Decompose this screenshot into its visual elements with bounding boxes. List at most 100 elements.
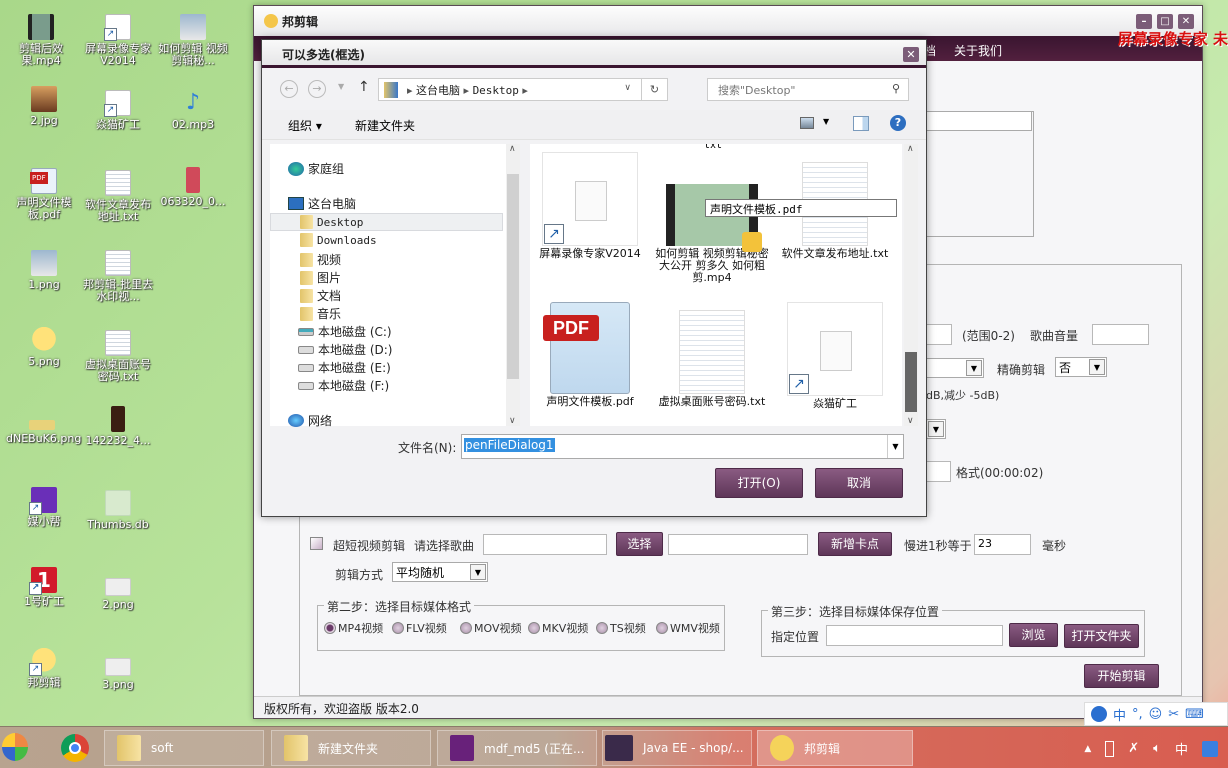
refresh-icon[interactable]: ↻ <box>641 79 667 100</box>
punctuation-icon[interactable]: °, <box>1132 707 1143 722</box>
view-options-icon[interactable] <box>800 117 814 129</box>
tree-item-pictures[interactable]: 图片 <box>300 269 341 286</box>
desktop-icon[interactable]: 虚拟桌面账号密码.txt <box>82 330 154 383</box>
desktop-icon[interactable]: 剪辑后效果.mp4 <box>5 14 77 67</box>
keyboard-icon[interactable]: ⌨ <box>1185 707 1204 722</box>
cancel-button[interactable]: 取消 <box>815 468 903 498</box>
desktop-icon[interactable]: 媒小帮 <box>8 487 80 528</box>
open-button[interactable]: 打开(O) <box>715 468 803 498</box>
chrome-icon[interactable] <box>61 734 89 762</box>
filename-input[interactable]: penFileDialog1 ▼ <box>461 434 904 459</box>
format-radio-mp4[interactable]: MP4视频 <box>324 620 383 636</box>
chevron-down-icon[interactable]: ∨ <box>624 83 631 93</box>
new-folder-button[interactable]: 新建文件夹 <box>355 117 415 134</box>
short-video-checkbox[interactable] <box>310 537 323 550</box>
format-radio-mkv[interactable]: MKV视频 <box>528 620 588 636</box>
browse-button[interactable]: 浏览 <box>1009 623 1058 647</box>
ime-mode[interactable]: 中 <box>1113 705 1126 724</box>
organize-button[interactable]: 组织 ▾ <box>288 117 322 134</box>
option-select[interactable]: ▼ <box>926 419 946 439</box>
desktop-icon[interactable]: 3.png <box>82 652 154 691</box>
dialog-close-button[interactable]: ✕ <box>903 47 919 62</box>
tree-item-drive-f[interactable]: 本地磁盘 (F:) <box>298 377 389 394</box>
format-radio-flv[interactable]: FLV视频 <box>392 620 447 636</box>
close-button[interactable]: ✕ <box>1178 14 1194 29</box>
tree-item-drive-d[interactable]: 本地磁盘 (D:) <box>298 341 392 358</box>
tree-item-this-pc[interactable]: 这台电脑 <box>288 195 356 212</box>
song-volume-field[interactable] <box>1092 324 1149 345</box>
desktop-icon[interactable]: 焱猫矿工 <box>82 90 154 131</box>
file-item[interactable]: ↗ 焱猫矿工 <box>775 302 895 410</box>
tray-ime[interactable]: 中 <box>1175 739 1188 758</box>
tree-scrollbar[interactable]: ∧ ∨ <box>506 144 520 426</box>
breadcrumb-desktop[interactable]: Desktop <box>473 84 519 97</box>
preview-pane-icon[interactable] <box>853 116 869 131</box>
back-button[interactable]: ← <box>280 80 298 98</box>
network-disconnected-icon[interactable]: ✗ <box>1128 741 1139 756</box>
desktop-icon[interactable]: 邦剪辑-批里去水印视... <box>82 250 154 303</box>
tree-item-downloads[interactable]: Downloads <box>300 233 377 247</box>
add-beat-button[interactable]: 新增卡点 <box>818 532 892 556</box>
tree-item-homegroup[interactable]: 家庭组 <box>288 160 344 177</box>
desktop-icon[interactable]: 如何剪辑 视频剪辑秘... <box>157 14 229 67</box>
desktop-icon[interactable]: 142232_4... <box>82 406 154 447</box>
location-field[interactable] <box>826 625 1003 646</box>
taskbar-item-bangjianji[interactable]: 邦剪辑 <box>757 730 913 766</box>
volume-field[interactable] <box>926 324 952 345</box>
chevron-down-icon[interactable]: ▼ <box>887 435 903 458</box>
file-item[interactable]: ↗ 屏幕录像专家V2014 <box>530 152 650 260</box>
format-radio-ts[interactable]: TS视频 <box>596 620 646 636</box>
start-cut-button[interactable]: 开始剪辑 <box>1084 664 1159 688</box>
time-field[interactable] <box>926 461 951 482</box>
beat-field[interactable] <box>668 534 808 555</box>
recent-dropdown-icon[interactable]: ▼ <box>338 82 344 91</box>
show-hidden-icons[interactable]: ▲ <box>1084 744 1091 754</box>
desktop-icon[interactable]: 声明文件模板.pdf <box>8 168 80 221</box>
breadcrumb-computer[interactable]: 这台电脑 <box>416 84 460 97</box>
file-list-box[interactable] <box>924 111 1034 237</box>
taskbar-item-eclipse[interactable]: Java EE - shop/... <box>602 730 752 766</box>
minimize-button[interactable]: – <box>1136 14 1152 29</box>
tree-item-network[interactable]: 网络 <box>288 412 332 429</box>
tree-item-drive-e[interactable]: 本地磁盘 (E:) <box>298 359 391 376</box>
desktop-icon[interactable]: 5.png <box>8 327 80 368</box>
battery-icon[interactable] <box>1105 740 1115 757</box>
format-radio-wmv[interactable]: WMV视频 <box>656 620 720 636</box>
desktop-icon[interactable]: 2.png <box>82 572 154 611</box>
volume-icon[interactable]: 🔈︎ <box>1153 741 1161 756</box>
taskbar-item-new-folder[interactable]: 新建文件夹 <box>271 730 431 766</box>
tree-item-drive-c[interactable]: 本地磁盘 (C:) <box>298 323 392 340</box>
desktop-icon[interactable]: 11号矿工 <box>8 567 80 608</box>
tree-item-desktop[interactable]: Desktop <box>300 215 363 229</box>
tree-item-documents[interactable]: 文档 <box>300 287 341 304</box>
emoji-icon[interactable]: ☺ <box>1149 707 1163 722</box>
tree-scroll-thumb[interactable] <box>507 174 519 379</box>
taskbar-item-soft[interactable]: soft <box>104 730 264 766</box>
desktop-icon[interactable]: dNEBuK6.png <box>6 404 81 445</box>
tree-item-videos[interactable]: 视频 <box>300 251 341 268</box>
chevron-down-icon[interactable]: ▼ <box>823 117 829 126</box>
search-input[interactable]: 搜索"Desktop" ⚲ <box>707 78 909 101</box>
scissors-icon[interactable]: ✂ <box>1168 707 1179 722</box>
format-radio-mov[interactable]: MOV视频 <box>460 620 521 636</box>
desktop-icon[interactable]: 063320_0... <box>157 167 229 208</box>
address-bar[interactable]: ▸ 这台电脑 ▸ Desktop ▸ ∨ ↻ <box>378 78 668 101</box>
audio-select[interactable]: ▼ <box>926 358 984 378</box>
open-folder-button[interactable]: 打开文件夹 <box>1064 624 1139 648</box>
choose-song-button[interactable]: 选择 <box>616 532 663 556</box>
forward-button[interactable]: → <box>308 80 326 98</box>
user-icon[interactable] <box>1091 706 1107 722</box>
precise-cut-select[interactable]: 否 ▼ <box>1055 357 1107 377</box>
tree-item-music[interactable]: 音乐 <box>300 305 341 322</box>
desktop-icon[interactable]: Thumbs.db <box>82 490 154 531</box>
file-item[interactable]: 如何剪辑 视频剪辑秘密大公开 剪多久 如何粗剪.mp4 <box>652 152 772 284</box>
desktop-icon[interactable]: 屏幕录像专家V2014 <box>82 14 154 67</box>
file-view-scrollbar[interactable]: ∧ ∨ <box>904 144 918 426</box>
qq-icon[interactable] <box>1202 740 1218 757</box>
help-icon[interactable]: ? <box>890 115 906 131</box>
desktop-icon[interactable]: 2.jpg <box>8 86 80 127</box>
up-button[interactable]: ↑ <box>358 79 370 95</box>
file-item[interactable]: PDF 声明文件模板.pdf <box>530 302 650 408</box>
taskbar-item-visual-studio[interactable]: mdf_md5 (正在... <box>437 730 597 766</box>
file-scroll-thumb[interactable] <box>905 352 917 412</box>
